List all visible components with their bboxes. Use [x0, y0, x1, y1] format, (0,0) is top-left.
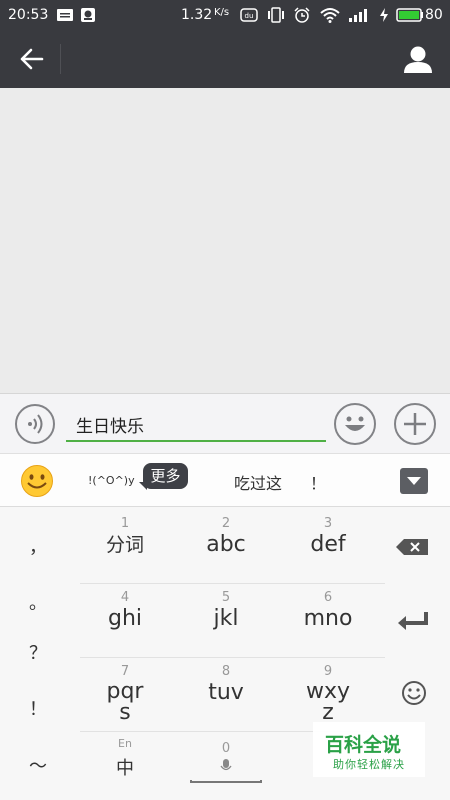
- watermark-subtitle: 助你轻松解决: [333, 758, 405, 771]
- signal-icon: [349, 9, 367, 22]
- more-functions-button[interactable]: [394, 403, 436, 445]
- key-label: pqrs: [106, 679, 144, 725]
- key-1[interactable]: 1 分词: [74, 515, 176, 557]
- key-label: ghi: [107, 606, 143, 631]
- network-speed-unit: K/s: [214, 7, 230, 18]
- candidate-bar: !(^O^)y 更多 吃过这 ！: [0, 453, 450, 507]
- wifi-icon: [320, 8, 340, 23]
- input-bar: 生日快乐: [0, 393, 450, 453]
- message-input-text: 生日快乐: [76, 417, 144, 437]
- emoji-icon: [345, 416, 365, 431]
- key-number: 6: [323, 590, 333, 605]
- candidate-kaomoji[interactable]: !(^O^)y: [88, 474, 135, 487]
- punct-key-period[interactable]: 。: [0, 589, 76, 615]
- profile-button[interactable]: [398, 40, 438, 80]
- key-3[interactable]: 3 def: [277, 515, 379, 557]
- key-number: 5: [221, 590, 231, 605]
- title-divider: [60, 44, 61, 74]
- punct-key-tilde[interactable]: ～: [0, 752, 76, 778]
- key-6[interactable]: 6 mno: [277, 589, 379, 631]
- key-label: def: [310, 532, 346, 557]
- emoticon-key[interactable]: [386, 673, 442, 713]
- row-divider: [80, 583, 385, 584]
- battery-level: 80: [425, 7, 443, 23]
- enter-icon: [398, 612, 428, 630]
- language-switch-key[interactable]: En 中: [74, 735, 176, 781]
- key-number: 3: [323, 516, 333, 531]
- person-icon: [404, 46, 432, 73]
- notification-icon: [81, 8, 95, 22]
- charging-icon: [380, 8, 388, 22]
- battery-icon: [396, 8, 423, 22]
- language-label: 中: [116, 758, 134, 779]
- more-candidates-tooltip[interactable]: 更多: [139, 463, 188, 490]
- punct-key-exclaim[interactable]: ！: [0, 695, 76, 721]
- plus-icon: [404, 413, 426, 435]
- key-label: tuv: [208, 680, 244, 705]
- back-arrow-icon: [20, 48, 44, 70]
- vibrate-icon: [268, 7, 284, 23]
- key-label: 分词: [105, 534, 144, 556]
- key-5[interactable]: 5 jkl: [175, 589, 277, 631]
- space-bar-line: [190, 780, 262, 783]
- status-bar: 20:53 1.32 K/s du 80: [0, 0, 450, 30]
- backspace-key[interactable]: [386, 527, 442, 567]
- title-bar: [0, 30, 450, 88]
- back-button[interactable]: [10, 39, 52, 79]
- space-number: 0: [221, 741, 231, 756]
- svg-text:du: du: [245, 12, 254, 20]
- key-9[interactable]: 9 wxyz: [277, 663, 379, 725]
- key-4[interactable]: 4 ghi: [74, 589, 176, 631]
- candidate-item[interactable]: 吃过这: [234, 470, 282, 494]
- collapse-icon[interactable]: [400, 468, 428, 494]
- watermark-title: 百科全说: [325, 734, 402, 756]
- punctuation-column: ， 。 ？ ！ ～: [0, 507, 76, 800]
- message-input[interactable]: 生日快乐: [66, 402, 326, 442]
- network-speed: 1.32: [181, 7, 213, 23]
- space-key[interactable]: 0: [190, 741, 262, 787]
- key-label: abc: [206, 532, 246, 557]
- watermark-logo: 百科全说 助你轻松解决: [313, 722, 425, 777]
- language-hint: En: [118, 737, 132, 750]
- smiley-icon[interactable]: [20, 464, 54, 498]
- key-number: 8: [221, 664, 231, 679]
- emoticon-icon: [402, 681, 426, 705]
- enter-key[interactable]: [386, 601, 442, 641]
- key-number: 4: [120, 590, 130, 605]
- punct-key-comma[interactable]: ，: [0, 533, 76, 559]
- key-8[interactable]: 8 tuv: [175, 663, 277, 705]
- mic-icon: [220, 759, 232, 771]
- key-label: mno: [303, 606, 353, 631]
- hd-icon: du: [240, 8, 258, 22]
- key-7[interactable]: 7 pqrs: [74, 663, 176, 725]
- key-number: 1: [120, 516, 130, 531]
- backspace-icon: [396, 539, 428, 555]
- status-time: 20:53: [8, 7, 49, 23]
- key-label: wxyz: [305, 679, 351, 725]
- row-divider: [80, 657, 385, 658]
- candidate-item[interactable]: ！: [310, 470, 326, 494]
- alarm-icon: [294, 7, 310, 23]
- message-icon: [57, 9, 73, 21]
- key-number: 2: [221, 516, 231, 531]
- key-2[interactable]: 2 abc: [175, 515, 277, 557]
- emoji-button[interactable]: [334, 403, 376, 445]
- voice-button[interactable]: [15, 404, 55, 444]
- chat-area[interactable]: [0, 88, 450, 393]
- key-label: jkl: [213, 606, 239, 631]
- punct-key-question[interactable]: ？: [0, 639, 76, 665]
- voice-icon: [28, 414, 43, 434]
